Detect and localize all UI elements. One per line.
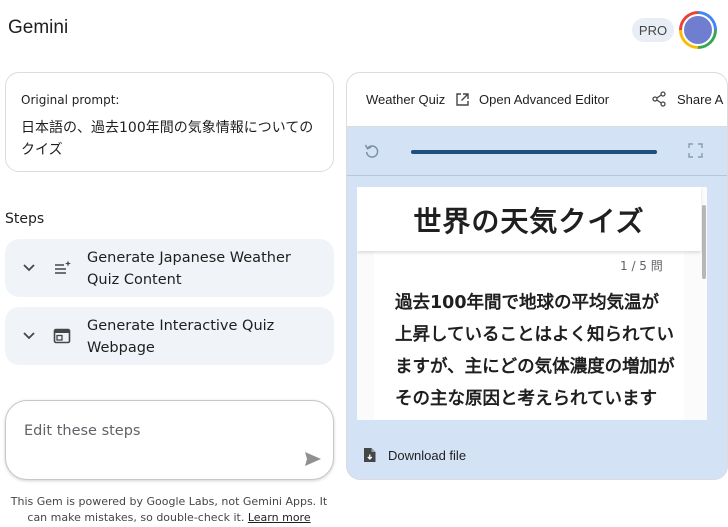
share-icon[interactable] [651,91,667,107]
original-prompt-text: 日本語の、過去100年間の気象情報についてのクイズ [21,120,314,158]
preview-panel: Weather Quiz Open Advanced Editor Share … [346,72,728,480]
share-button[interactable]: Share A [677,92,723,107]
edit-steps-placeholder: Edit these steps [24,423,141,439]
load-progress-fill [411,150,657,154]
original-prompt-label: Original prompt: [21,93,120,107]
original-prompt-card: Original prompt: 日本語の、過去100年間の気象情報についてのク… [5,72,334,172]
quiz-title: 世界の天気クイズ [413,205,645,238]
chevron-down-icon[interactable] [21,327,37,343]
fullscreen-icon[interactable] [688,143,703,158]
preview-scrollbar[interactable] [702,205,706,279]
send-icon[interactable] [304,450,322,468]
step-item-generate-quiz-content[interactable]: Generate Japanese Weather Quiz Content [5,239,334,297]
avatar[interactable] [679,11,717,49]
avatar-image [682,14,714,46]
quiz-header: 世界の天気クイズ [357,187,701,251]
quiz-preview-frame: 世界の天気クイズ 1 / 5 問 過去100年間で地球の平均気温が上昇しているこ… [357,187,707,420]
quiz-question-card: 1 / 5 問 過去100年間で地球の平均気温が上昇していることはよく知られてい… [374,251,684,420]
preview-toolbar [347,128,727,176]
pro-badge: PRO [632,18,674,42]
step-label: Generate Japanese Weather Quiz Content [87,250,291,288]
step-item-generate-quiz-webpage[interactable]: Generate Interactive Quiz Webpage [5,307,334,365]
top-bar: Gemini PRO [0,0,728,60]
download-file-label: Download file [388,447,467,463]
chevron-down-icon[interactable] [21,259,37,275]
open-advanced-editor-button[interactable]: Open Advanced Editor [479,92,609,107]
preview-header: Weather Quiz Open Advanced Editor Share … [347,73,727,127]
list-sparkle-icon [55,260,71,274]
step-label: Generate Interactive Quiz Webpage [87,318,275,356]
quiz-question-text: 過去100年間で地球の平均気温が上昇していることはよく知られていますが、主にどの… [395,293,675,409]
question-counter: 1 / 5 問 [620,259,663,273]
open-external-icon[interactable] [455,92,470,107]
load-progress-bar [411,150,657,154]
steps-heading: Steps [5,211,45,227]
learn-more-link[interactable]: Learn more [248,511,311,524]
edit-steps-input[interactable]: Edit these steps [5,400,334,480]
file-download-icon [364,448,376,462]
app-title[interactable]: Gemini [8,17,68,39]
disclaimer-footer: This Gem is powered by Google Labs, not … [0,494,338,526]
download-file-button[interactable]: Download file [363,445,466,465]
web-page-icon [53,328,71,344]
preview-title: Weather Quiz [366,92,446,107]
reload-icon[interactable] [364,143,380,159]
